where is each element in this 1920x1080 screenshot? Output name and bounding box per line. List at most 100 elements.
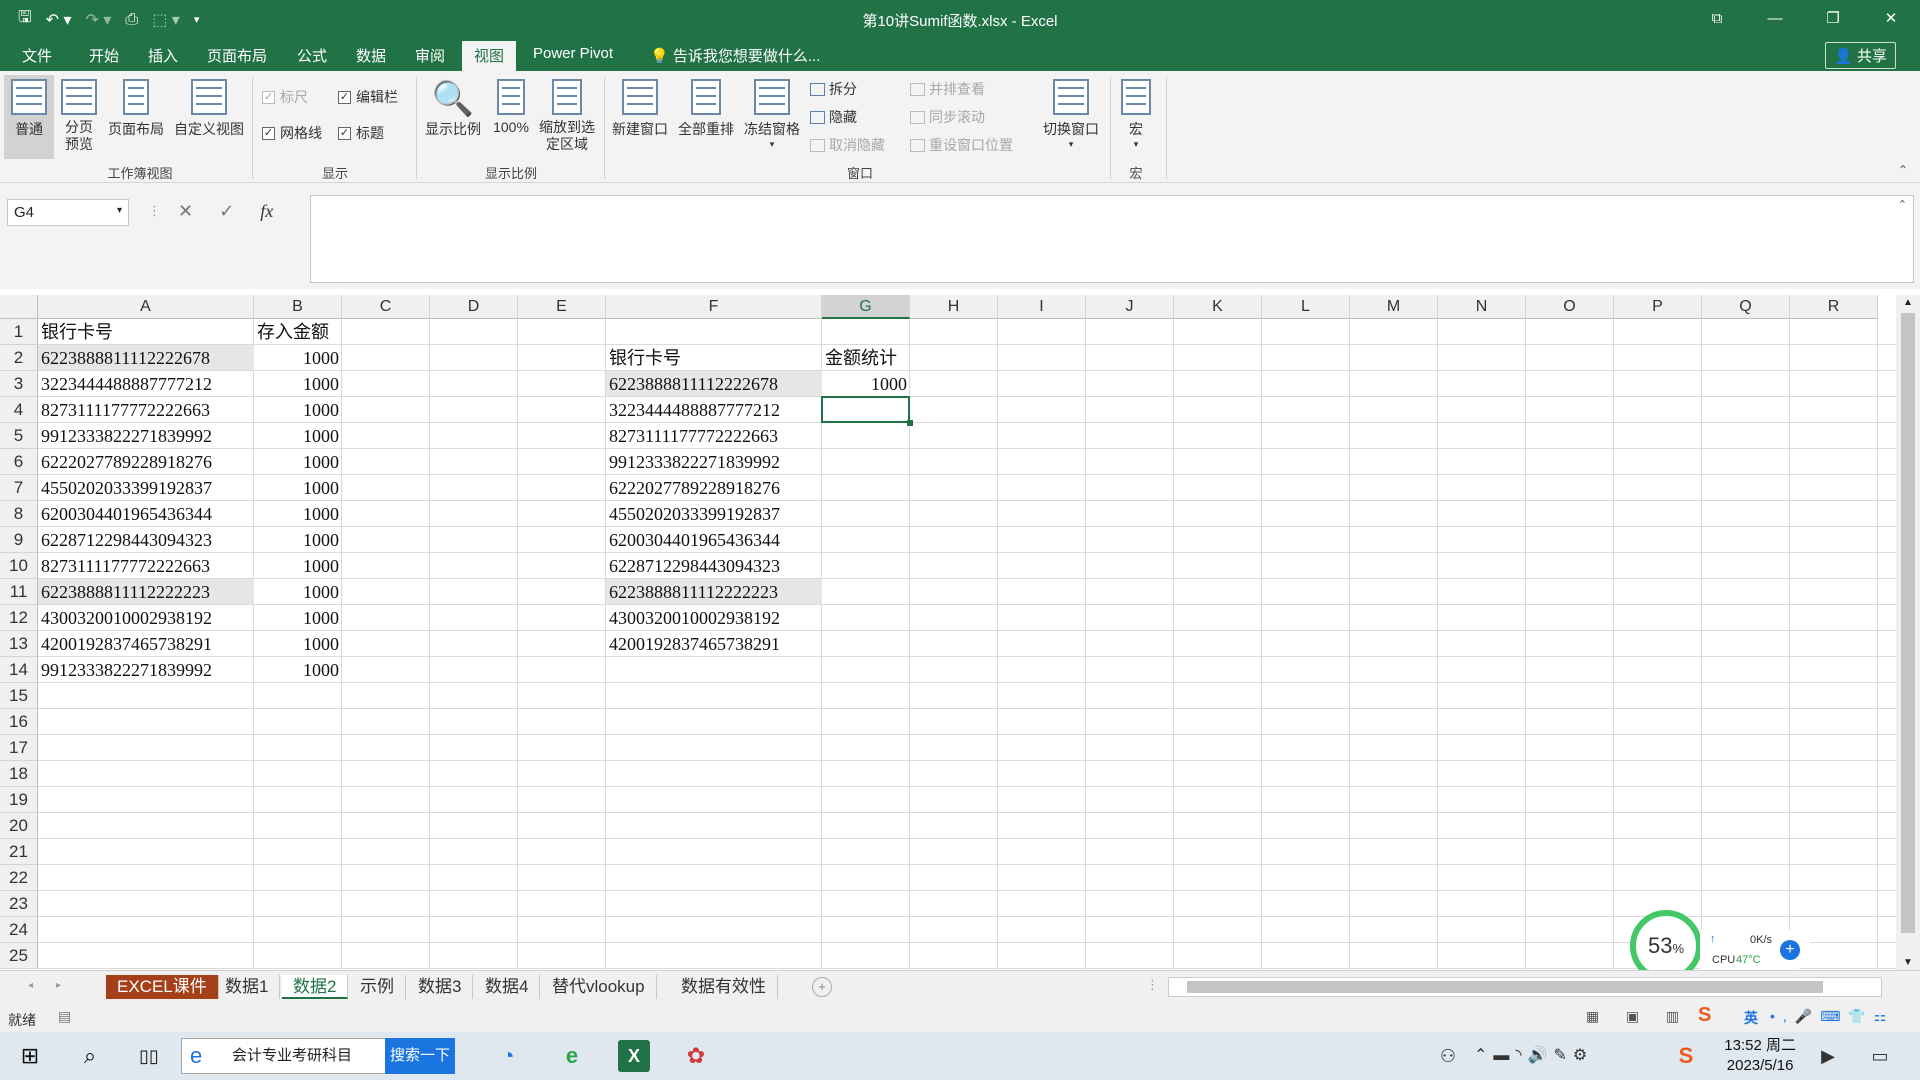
hscroll-thumb[interactable] <box>1187 981 1823 993</box>
row-header[interactable]: 22 <box>0 865 38 891</box>
tab-power-pivot[interactable]: Power Pivot <box>533 45 613 62</box>
taskbar-search-input[interactable]: e 会计专业考研科目 <box>181 1038 386 1074</box>
cell-B12[interactable]: 1000 <box>254 605 342 630</box>
ime-toolbar-icons[interactable]: •,🎤⌨👕⚏ <box>1770 1008 1894 1025</box>
row-header[interactable]: 25 <box>0 943 38 969</box>
cell-A14[interactable]: 9912333822271839992 <box>38 657 254 682</box>
edge-icon[interactable]: ◔ <box>492 1040 524 1072</box>
column-header[interactable]: I <box>998 295 1086 319</box>
reset-window-position-button[interactable]: 重设窗口位置 <box>910 135 1013 155</box>
cell-A1[interactable]: 银行卡号 <box>38 319 254 344</box>
column-header[interactable]: R <box>1790 295 1878 319</box>
cell-A2[interactable]: 6223888811112222678 <box>38 345 254 370</box>
tab-insert[interactable]: 插入 <box>148 45 178 66</box>
tab-review[interactable]: 审阅 <box>415 45 445 66</box>
search-button[interactable]: 搜索一下 <box>385 1038 455 1074</box>
hscroll-splitter-icon[interactable]: ⋮ <box>1146 977 1159 993</box>
row-header[interactable]: 4 <box>0 397 38 423</box>
column-header[interactable]: K <box>1174 295 1262 319</box>
cell-A13[interactable]: 4200192837465738291 <box>38 631 254 656</box>
column-header[interactable]: N <box>1438 295 1526 319</box>
cell-A4[interactable]: 8273111177772222663 <box>38 397 254 422</box>
cell-F8[interactable]: 4550202033399192837 <box>606 501 822 526</box>
active-cell-G4[interactable] <box>821 396 910 423</box>
hide-button[interactable]: 隐藏 <box>810 107 857 127</box>
row-header[interactable]: 18 <box>0 761 38 787</box>
cell-B4[interactable]: 1000 <box>254 397 342 422</box>
normal-view-button[interactable]: 普通 <box>4 75 54 159</box>
row-header[interactable]: 23 <box>0 891 38 917</box>
column-header[interactable]: F <box>606 295 822 319</box>
cell-B5[interactable]: 1000 <box>254 423 342 448</box>
row-header[interactable]: 9 <box>0 527 38 553</box>
sogou-tray-icon[interactable]: S <box>1670 1040 1702 1072</box>
cell-A3[interactable]: 3223444488887777212 <box>38 371 254 396</box>
cell-F5[interactable]: 8273111177772222663 <box>606 423 822 448</box>
cell-A10[interactable]: 8273111177772222663 <box>38 553 254 578</box>
cell-B9[interactable]: 1000 <box>254 527 342 552</box>
browser-icon[interactable]: e <box>556 1040 588 1072</box>
sync-scrolling-button[interactable]: 同步滚动 <box>910 107 985 127</box>
collapse-ribbon-icon[interactable]: ⌃ <box>1898 163 1908 177</box>
page-layout-view-button[interactable]: 页面布局 <box>104 79 168 139</box>
system-tray-icons[interactable]: ⌃▬◝🔊✎⚙ <box>1474 1040 1674 1072</box>
plus-icon[interactable]: + <box>1780 940 1800 960</box>
cell-A9[interactable]: 6228712298443094323 <box>38 527 254 552</box>
cell-A8[interactable]: 6200304401965436344 <box>38 501 254 526</box>
horizontal-scrollbar[interactable] <box>1168 977 1882 997</box>
tab-data[interactable]: 数据 <box>356 45 386 66</box>
cell-F4[interactable]: 3223444488887777212 <box>606 397 822 422</box>
cancel-icon[interactable]: ✕ <box>178 201 193 222</box>
row-header[interactable]: 3 <box>0 371 38 397</box>
close-button[interactable]: ✕ <box>1862 0 1920 38</box>
add-sheet-icon[interactable]: + <box>812 977 832 997</box>
notification-icon[interactable]: ▭ <box>1864 1040 1896 1072</box>
name-box[interactable]: G4 ▾ <box>7 199 129 226</box>
fill-handle[interactable] <box>907 420 913 426</box>
record-app-icon[interactable]: ✿ <box>680 1040 712 1072</box>
switch-windows-button[interactable]: 切换窗口 ▾ <box>1036 79 1106 150</box>
sogou-ime-icon[interactable]: S <box>1698 1004 1711 1027</box>
normal-view-status-icon[interactable]: ▦ <box>1586 1008 1599 1025</box>
cell-F11[interactable]: 6223888811112222223 <box>606 579 822 604</box>
screen-record-icon[interactable]: ▶ <box>1812 1040 1844 1072</box>
cell-B7[interactable]: 1000 <box>254 475 342 500</box>
sheet-tab-active[interactable]: 数据2 <box>282 975 349 999</box>
cell-B1[interactable]: 存入金额 <box>254 319 342 344</box>
page-layout-status-icon[interactable]: ▣ <box>1626 1008 1639 1025</box>
zoom-button[interactable]: 🔍 显示比例 <box>420 79 486 139</box>
row-header[interactable]: 7 <box>0 475 38 501</box>
arrange-all-button[interactable]: 全部重排 <box>674 79 738 139</box>
zoom-to-selection-button[interactable]: 缩放到选定区域 <box>536 79 598 153</box>
cell-F6[interactable]: 9912333822271839992 <box>606 449 822 474</box>
tab-page-layout[interactable]: 页面布局 <box>207 45 267 66</box>
page-break-preview-button[interactable]: 分页预览 <box>58 79 100 153</box>
cell-B6[interactable]: 1000 <box>254 449 342 474</box>
scroll-down-icon[interactable]: ▼ <box>1896 957 1920 968</box>
column-header[interactable]: A <box>38 295 254 319</box>
row-header[interactable]: 2 <box>0 345 38 371</box>
custom-views-button[interactable]: 自定义视图 <box>170 79 248 139</box>
cell-F3[interactable]: 6223888811112222678 <box>606 371 822 396</box>
column-header[interactable]: C <box>342 295 430 319</box>
people-icon[interactable]: ⚇ <box>1432 1040 1464 1072</box>
headings-checkbox[interactable]: ✓ 标题 <box>338 123 384 143</box>
row-header[interactable]: 24 <box>0 917 38 943</box>
cell-F13[interactable]: 4200192837465738291 <box>606 631 822 656</box>
gridlines-checkbox[interactable]: ✓ 网格线 <box>262 123 322 143</box>
row-header[interactable]: 17 <box>0 735 38 761</box>
row-header[interactable]: 5 <box>0 423 38 449</box>
view-side-by-side-button[interactable]: 并排查看 <box>910 79 985 99</box>
column-header[interactable]: Q <box>1702 295 1790 319</box>
enter-icon[interactable]: ✓ <box>219 201 234 222</box>
cell-G2[interactable]: 金额统计 <box>822 345 910 370</box>
sheet-tab[interactable]: 数据有效性 <box>670 975 778 999</box>
tab-file[interactable]: 文件 <box>22 45 52 66</box>
row-header[interactable]: 19 <box>0 787 38 813</box>
select-all-corner[interactable] <box>0 295 38 319</box>
tab-formulas[interactable]: 公式 <box>297 45 327 66</box>
row-header[interactable]: 1 <box>0 319 38 345</box>
cell-G3[interactable]: 1000 <box>822 371 910 396</box>
row-header[interactable]: 15 <box>0 683 38 709</box>
cell-B13[interactable]: 1000 <box>254 631 342 656</box>
